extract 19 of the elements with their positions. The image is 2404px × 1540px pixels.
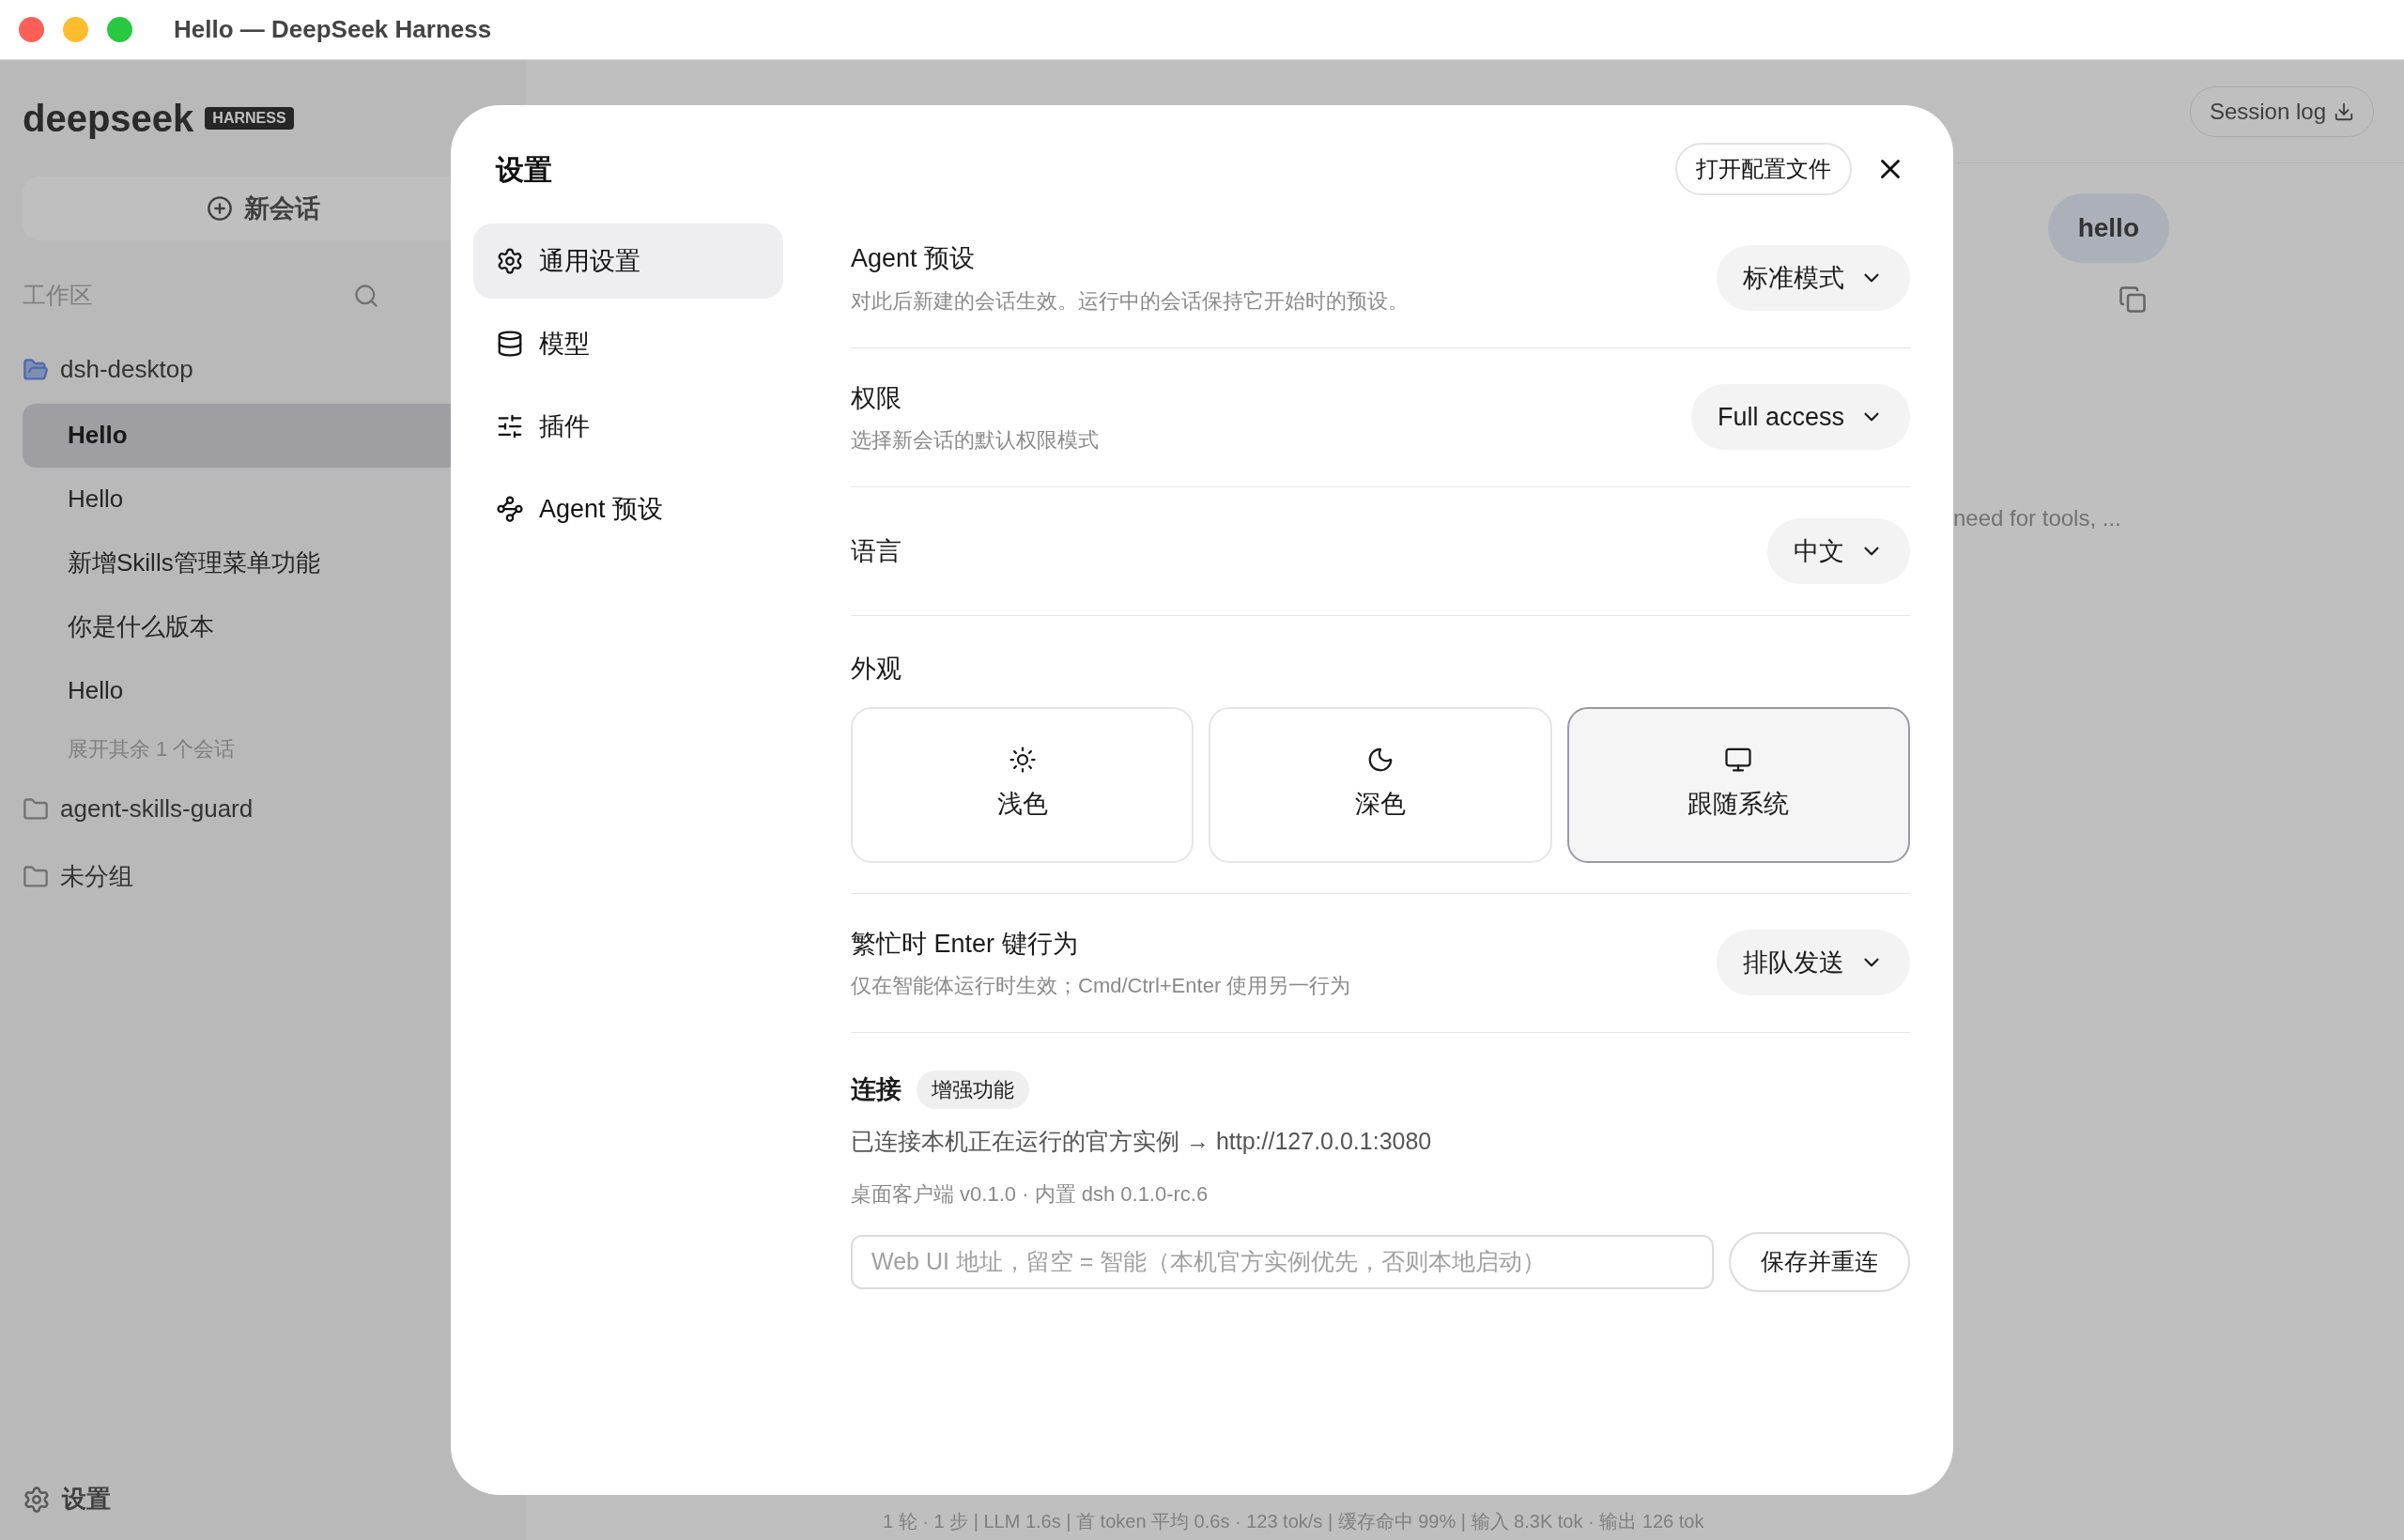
section-label: 工作区 [23, 281, 93, 310]
connection-status: 已连接本机正在运行的官方实例 → http://127.0.0.1:3080 [851, 1127, 1433, 1156]
window-title: Hello — DeepSeek Harness [174, 14, 492, 45]
setting-title: 外观 [851, 654, 902, 685]
setting-description: 选择新会话的默认权限模式 [851, 427, 1099, 454]
version-info: 桌面客户端 v0.1.0 · 内置 dsh 0.1.0-rc.6 [851, 1180, 1210, 1208]
user-message: hello [2047, 193, 2169, 263]
logo-text: deepseek [23, 97, 194, 141]
setting-title: 权限 [851, 382, 902, 414]
setting-title: 连接 [851, 1074, 902, 1106]
status-text: 1 轮 · 1 步 | LLM 1.6s | 首 token 平均 0.6s · 123 tok/s | 缓存命中 99% | 输入 8.3K tok · 输出 126 tok [883, 1510, 1704, 1533]
setting-title: 语言 [851, 535, 902, 567]
assistant-reply: need for tools, ... [1953, 504, 2122, 532]
setting-description: 对此后新建的会话生效。运行中的会话保持它开始时的预设。 [851, 287, 1409, 315]
setting-title: 繁忙时 Enter 键行为 [851, 928, 1079, 960]
feature-badge: 增强功能 [917, 1070, 1029, 1109]
logo-badge: HARNESS [205, 107, 294, 130]
setting-description: 仅在智能体运行时生效；Cmd/Ctrl+Enter 使用另一行为 [851, 973, 1351, 999]
setting-title: Agent 预设 [851, 243, 977, 274]
